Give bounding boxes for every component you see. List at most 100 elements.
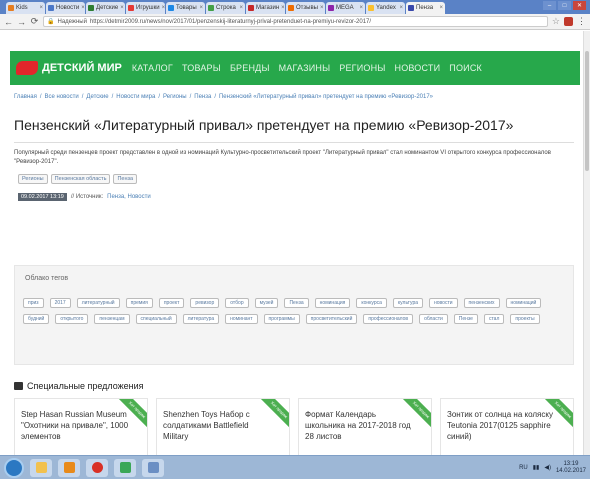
browser-tab[interactable]: Отзывы ×: [286, 2, 325, 14]
cloud-tag[interactable]: специальный: [135, 314, 177, 324]
taskbar-chrome[interactable]: [86, 458, 108, 477]
product-name[interactable]: Step Hasan Russian Museum "Охотники на п…: [21, 409, 133, 442]
product-card[interactable]: Хит продаж Зонтик от солнца на коляску Te…: [440, 398, 574, 455]
tab-close-icon[interactable]: ×: [399, 5, 403, 11]
tab-close-icon[interactable]: ×: [120, 5, 124, 11]
cloud-tag[interactable]: литературный: [76, 298, 120, 308]
maximize-button[interactable]: □: [558, 1, 571, 10]
back-icon[interactable]: ←: [4, 17, 13, 27]
menu-item[interactable]: МАГАЗИНЫ: [279, 63, 331, 73]
tab-close-icon[interactable]: ×: [439, 5, 443, 11]
language-indicator[interactable]: RU: [519, 465, 528, 471]
cloud-tag[interactable]: приз: [23, 298, 44, 308]
cloud-tag[interactable]: номинаций: [505, 298, 542, 308]
cloud-tag[interactable]: музей: [254, 298, 279, 308]
start-button[interactable]: [4, 457, 24, 478]
tab-close-icon[interactable]: ×: [281, 5, 285, 11]
breadcrumb-link[interactable]: Главная: [14, 94, 37, 100]
menu-item[interactable]: ПОИСК: [449, 63, 482, 73]
breadcrumb-link[interactable]: Пензенский «Литературный привал» претенд…: [219, 94, 433, 100]
volume-icon[interactable]: ◀): [544, 464, 551, 471]
cloud-tag[interactable]: просветительский: [305, 314, 358, 324]
cloud-tag[interactable]: отбор: [225, 298, 249, 308]
product-name[interactable]: Shenzhen Toys Набор с солдатиками Battle…: [163, 409, 275, 442]
minimize-button[interactable]: –: [543, 1, 556, 10]
source-link[interactable]: Пенза, Новости: [107, 194, 151, 200]
article-tag[interactable]: Регионы: [18, 174, 48, 184]
taskbar-explorer[interactable]: [30, 458, 52, 477]
cloud-tag[interactable]: будний: [23, 314, 50, 324]
menu-item[interactable]: НОВОСТИ: [395, 63, 441, 73]
breadcrumb-link[interactable]: Пенза: [194, 94, 211, 100]
cloud-tag[interactable]: проекты: [510, 314, 540, 324]
url-field[interactable]: 🔒 Надежный https://detmir2009.ru/news/no…: [43, 16, 548, 27]
menu-item[interactable]: КАТАЛОГ: [132, 63, 173, 73]
breadcrumb-link[interactable]: Новости мира: [116, 94, 155, 100]
cloud-tag[interactable]: Пенза: [284, 298, 309, 308]
cloud-tag[interactable]: пензенцам: [94, 314, 130, 324]
network-icon[interactable]: ▮▮: [533, 464, 540, 471]
browser-tab[interactable]: Новости ×: [46, 2, 85, 14]
taskbar-media[interactable]: [58, 458, 80, 477]
taskbar-window[interactable]: [142, 458, 164, 477]
browser-tab[interactable]: Строка ×: [206, 2, 245, 14]
browser-tab[interactable]: Пенза ×: [406, 2, 445, 14]
reload-icon[interactable]: ⟳: [30, 16, 39, 27]
product-card[interactable]: Хит продаж Shenzhen Toys Набор с солдатик…: [156, 398, 290, 455]
extension-icon[interactable]: [564, 17, 573, 26]
menu-item[interactable]: РЕГИОНЫ: [339, 63, 385, 73]
close-window-button[interactable]: ✕: [573, 1, 586, 10]
tab-close-icon[interactable]: ×: [320, 5, 324, 11]
product-name[interactable]: Формат Календарь школьника на 2017-2018 …: [305, 409, 417, 442]
cloud-tag[interactable]: программы: [263, 314, 300, 324]
tab-close-icon[interactable]: ×: [162, 5, 165, 11]
browser-tab[interactable]: Детские ×: [86, 2, 125, 14]
menu-item[interactable]: ТОВАРЫ: [182, 63, 221, 73]
cloud-tag[interactable]: Пензе: [453, 314, 478, 324]
tab-close-icon[interactable]: ×: [199, 5, 203, 11]
tab-close-icon[interactable]: ×: [39, 5, 43, 11]
cloud-tag[interactable]: пензенских: [463, 298, 500, 308]
cloud-tag[interactable]: 2017: [49, 298, 71, 308]
menu-item[interactable]: БРЕНДЫ: [230, 63, 270, 73]
cloud-tag[interactable]: номинация: [314, 298, 351, 308]
special-offers-heading: Специальные предложения: [14, 381, 144, 391]
page-scrollbar[interactable]: [583, 31, 590, 455]
cloud-tag[interactable]: проект: [158, 298, 185, 308]
browser-tab[interactable]: Магазин ×: [246, 2, 285, 14]
article-tag[interactable]: Пенза: [113, 174, 138, 184]
tab-close-icon[interactable]: ×: [239, 5, 243, 11]
bookmark-star-icon[interactable]: ☆: [552, 16, 560, 27]
cloud-tag[interactable]: стал: [483, 314, 505, 324]
cloud-tag[interactable]: культура: [392, 298, 424, 308]
cloud-tag[interactable]: премия: [125, 298, 153, 308]
forward-icon[interactable]: →: [17, 17, 26, 27]
cloud-tag[interactable]: конкурса: [356, 298, 387, 308]
cloud-tag[interactable]: новости: [429, 298, 458, 308]
browser-tab[interactable]: Kids ×: [6, 2, 45, 14]
scrollbar-thumb[interactable]: [585, 51, 589, 171]
clock[interactable]: 13:19 14.02.2017: [556, 461, 586, 475]
site-logo[interactable]: ДЕТСКИЙ МИР: [16, 61, 122, 75]
cloud-tag[interactable]: номинант: [225, 314, 258, 324]
tab-close-icon[interactable]: ×: [81, 5, 85, 11]
product-name[interactable]: Зонтик от солнца на коляску Teutonia 201…: [447, 409, 559, 442]
breadcrumb-link[interactable]: Детские: [86, 94, 108, 100]
cloud-tag[interactable]: открытого: [55, 314, 89, 324]
product-card[interactable]: Хит продаж Step Hasan Russian Museum "Охо…: [14, 398, 148, 455]
article-tag[interactable]: Пензенская область: [50, 174, 111, 184]
browser-tab[interactable]: Товары ×: [166, 2, 205, 14]
product-card[interactable]: Хит продаж Формат Календарь школьника на …: [298, 398, 432, 455]
browser-menu-icon[interactable]: ⋮: [577, 16, 586, 27]
breadcrumb-link[interactable]: Регионы: [163, 94, 187, 100]
cloud-tag[interactable]: профессионалов: [363, 314, 414, 324]
cloud-tag[interactable]: ревизор: [190, 298, 220, 308]
browser-tab[interactable]: Yandex ×: [366, 2, 405, 14]
browser-tab[interactable]: MEGA ×: [326, 2, 365, 14]
cloud-tag[interactable]: литература: [182, 314, 220, 324]
breadcrumb-link[interactable]: Все новости: [45, 94, 79, 100]
cloud-tag[interactable]: области: [419, 314, 448, 324]
tab-close-icon[interactable]: ×: [359, 5, 363, 11]
taskbar-app[interactable]: [114, 458, 136, 477]
browser-tab[interactable]: Игрушки ×: [126, 2, 165, 14]
